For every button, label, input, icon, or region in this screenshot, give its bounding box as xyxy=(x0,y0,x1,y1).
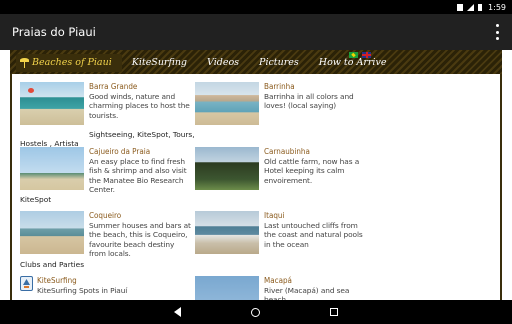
nav-item-kitesurfing[interactable]: KiteSurfing xyxy=(122,54,197,72)
beach-tags: Clubs and Parties xyxy=(20,260,85,269)
beach-description: KiteSurfing Spots in Piauí xyxy=(37,286,128,295)
beach-thumbnail[interactable] xyxy=(195,276,259,300)
overflow-menu-icon[interactable] xyxy=(494,24,500,40)
status-bar: 1:59 xyxy=(0,0,512,14)
site-nav: Beaches of Piaui KiteSurfing Videos Pict… xyxy=(10,50,502,74)
beach-thumbnail[interactable] xyxy=(20,147,84,190)
list-item[interactable]: KiteSurfing KiteSurfing Spots in Piauí xyxy=(20,276,190,300)
list-item[interactable]: Coqueiro Summer houses and bars at the b… xyxy=(20,211,191,271)
app-title: Praias do Piaui xyxy=(12,25,96,39)
beach-description: An easy place to find fresh fish & shrim… xyxy=(89,157,187,194)
list-item[interactable]: Barrinha Barrinha in all colors and love… xyxy=(195,82,365,132)
home-icon[interactable] xyxy=(251,307,260,317)
beach-title[interactable]: Barrinha xyxy=(264,82,295,91)
beach-title[interactable]: Macapá xyxy=(264,276,292,285)
list-item[interactable]: Barra Grande Good winds, nature and char… xyxy=(20,82,195,148)
battery-icon xyxy=(478,3,483,11)
beach-title[interactable]: KiteSurfing xyxy=(37,276,77,285)
beach-description: Summer houses and bars at the beach, thi… xyxy=(89,221,191,258)
list-item[interactable]: Carnaubinha Old cattle farm, now has a H… xyxy=(195,147,365,197)
beach-description: Last untouched cliffs from the coast and… xyxy=(264,221,363,249)
beach-thumbnail[interactable] xyxy=(20,82,84,125)
list-item[interactable]: Macapá River (Macapá) and sea beach xyxy=(195,276,365,300)
app-bar: Praias do Piaui xyxy=(0,14,512,50)
brazil-flag-icon[interactable] xyxy=(349,52,358,58)
system-nav-bar xyxy=(0,300,512,324)
beach-thumbnail[interactable] xyxy=(20,211,84,254)
beach-description: Old cattle farm, now has a Hotel keeping… xyxy=(264,157,360,185)
beach-tags: KiteSpot xyxy=(20,195,52,204)
beach-description: Good winds, nature and charming places t… xyxy=(89,92,190,120)
list-item[interactable]: Itaqui Last untouched cliffs from the co… xyxy=(195,211,365,261)
beach-thumbnail[interactable] xyxy=(195,211,259,254)
language-flags xyxy=(349,52,371,58)
beach-title[interactable]: Itaqui xyxy=(264,211,284,220)
palm-tree-icon xyxy=(20,58,29,68)
kitesurf-app-icon[interactable] xyxy=(20,276,33,291)
beach-list: Barra Grande Good winds, nature and char… xyxy=(12,74,500,300)
nav-item-pictures[interactable]: Pictures xyxy=(249,54,309,72)
uk-flag-icon[interactable] xyxy=(362,52,371,58)
data-lte-icon xyxy=(457,3,464,11)
back-icon[interactable] xyxy=(174,307,181,317)
beach-title[interactable]: Cajueiro da Praia xyxy=(89,147,150,156)
nav-item-videos[interactable]: Videos xyxy=(197,54,249,72)
nav-item-beaches[interactable]: Beaches of Piaui xyxy=(16,54,122,72)
list-item[interactable]: Cajueiro da Praia An easy place to find … xyxy=(20,147,190,207)
recents-icon[interactable] xyxy=(330,308,338,316)
nav-item-label: Beaches of Piaui xyxy=(32,57,112,68)
beach-thumbnail[interactable] xyxy=(195,82,259,125)
beach-thumbnail[interactable] xyxy=(195,147,259,190)
beach-title[interactable]: Carnaubinha xyxy=(264,147,310,156)
beach-description: River (Macapá) and sea beach xyxy=(264,286,350,300)
signal-icon xyxy=(467,3,475,11)
status-time: 1:59 xyxy=(488,2,506,12)
beach-description: Barrinha in all colors and loves! (local… xyxy=(264,92,354,111)
beach-tags: Sightseeing, KiteSpot, Tours, xyxy=(89,130,195,139)
beach-title[interactable]: Barra Grande xyxy=(89,82,137,91)
beach-title[interactable]: Coqueiro xyxy=(89,211,121,220)
